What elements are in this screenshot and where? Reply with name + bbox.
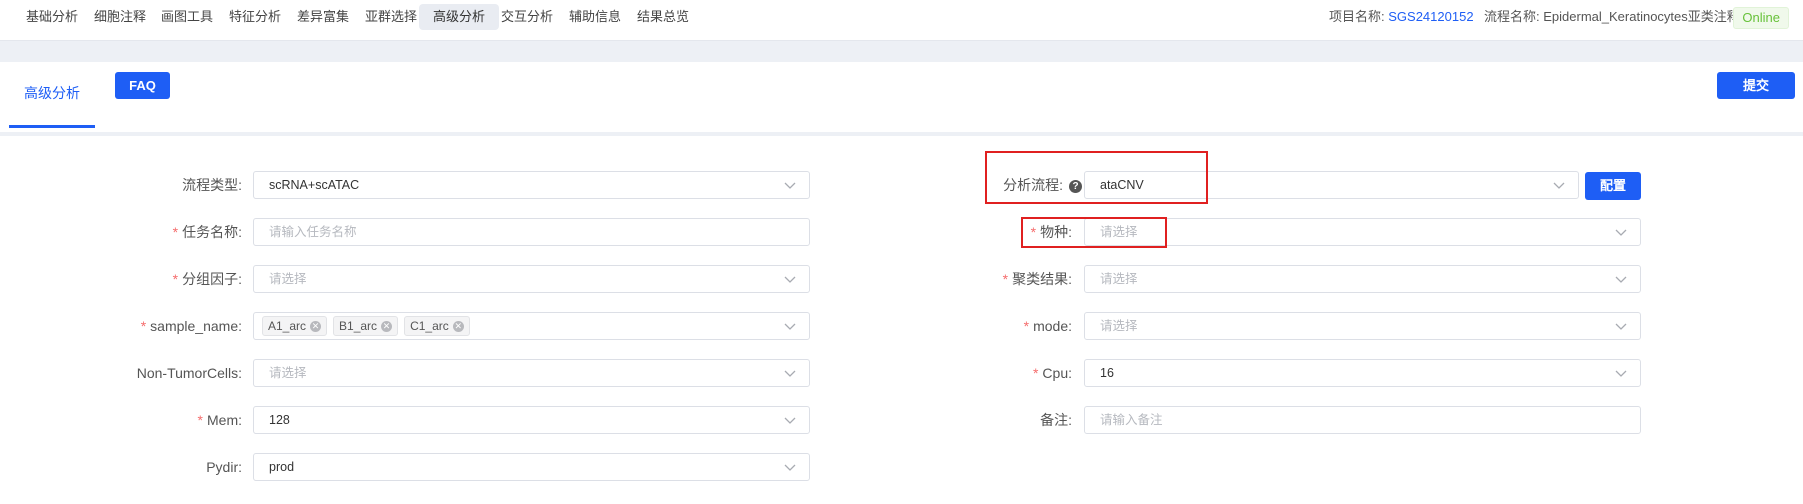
chevron-down-icon (784, 323, 796, 330)
close-icon[interactable]: ✕ (310, 321, 322, 333)
tab-advanced[interactable]: 高级分析 (9, 62, 95, 128)
sample-tag-label: B1_arc (339, 319, 378, 333)
chevron-down-icon (784, 464, 796, 471)
sample-tags: A1_arc ✕ B1_arc ✕ C1_arc ✕ (262, 316, 476, 336)
chevron-down-icon (1553, 182, 1565, 189)
project-name-label: 项目名称: (1329, 9, 1385, 24)
cpu-label: * Cpu: (900, 359, 1072, 387)
divider-band (0, 41, 1803, 62)
flow-type-select[interactable]: scRNA+scATAC (253, 171, 810, 199)
species-placeholder: 请选择 (1100, 225, 1138, 239)
group-factor-select[interactable]: 请选择 (253, 265, 810, 293)
chevron-down-icon (1615, 229, 1627, 236)
analysis-flow-label-text: 分析流程: (1003, 177, 1063, 193)
task-name-input[interactable]: 请输入任务名称 (253, 218, 810, 246)
non-tumor-cells-placeholder: 请选择 (269, 366, 307, 380)
nav-item-overview[interactable]: 结果总览 (623, 4, 703, 30)
project-name: 项目名称: SGS24120152 (1329, 0, 1474, 34)
sample-tag: B1_arc ✕ (333, 316, 399, 336)
sample-tag: A1_arc ✕ (262, 316, 328, 336)
analysis-flow-value: ataCNV (1100, 178, 1144, 192)
species-label-text: 物种: (1040, 224, 1072, 240)
cluster-result-label: * 聚类结果: (900, 265, 1072, 293)
required-mark: * (1023, 318, 1030, 334)
species-select[interactable]: 请选择 (1084, 218, 1641, 246)
sample-name-label-text: sample_name: (150, 318, 242, 334)
remark-label: 备注: (900, 406, 1072, 434)
sample-name-multiselect[interactable]: A1_arc ✕ B1_arc ✕ C1_arc ✕ (253, 312, 810, 340)
group-factor-placeholder: 请选择 (269, 272, 307, 286)
cluster-result-placeholder: 请选择 (1100, 272, 1138, 286)
required-mark: * (197, 412, 203, 428)
non-tumor-cells-label-text: Non-TumorCells: (136, 365, 242, 381)
project-name-value[interactable]: SGS24120152 (1388, 9, 1473, 24)
analysis-flow-select[interactable]: ataCNV (1084, 171, 1579, 199)
task-name-label-text: 任务名称: (182, 224, 242, 240)
required-mark: * (1030, 224, 1037, 240)
cpu-select[interactable]: 16 (1084, 359, 1641, 387)
cluster-result-label-text: 聚类结果: (1012, 271, 1072, 287)
remark-label-text: 备注: (1040, 412, 1072, 428)
chevron-down-icon (1615, 370, 1627, 377)
tab-bar: 高级分析 FAQ 提交 (0, 62, 1803, 136)
required-mark: * (172, 224, 179, 240)
chevron-down-icon (1615, 323, 1627, 330)
close-icon[interactable]: ✕ (452, 321, 464, 333)
non-tumor-cells-label: Non-TumorCells: (60, 359, 242, 387)
cluster-result-select[interactable]: 请选择 (1084, 265, 1641, 293)
flow-type-label-text: 流程类型: (182, 177, 242, 193)
mode-label: * mode: (900, 312, 1072, 340)
mem-value: 128 (269, 413, 290, 427)
chevron-down-icon (784, 276, 796, 283)
sample-tag-label: C1_arc (410, 319, 449, 333)
top-nav: 基础分析 细胞注释 画图工具 特征分析 差异富集 亚群选择 高级分析 交互分析 … (0, 0, 1803, 41)
cpu-value: 16 (1100, 366, 1114, 380)
help-icon[interactable]: ? (1069, 179, 1082, 193)
required-mark: * (172, 271, 179, 287)
chevron-down-icon (784, 417, 796, 424)
required-mark: * (1002, 271, 1009, 287)
submit-button[interactable]: 提交 (1717, 72, 1795, 99)
pydir-label-text: Pydir: (206, 459, 242, 475)
flow-type-label: 流程类型: (60, 171, 242, 199)
mode-placeholder: 请选择 (1100, 319, 1138, 333)
chevron-down-icon (784, 370, 796, 377)
task-name-label: * 任务名称: (60, 218, 242, 246)
flow-name: 流程名称: Epidermal_Keratinocytes亚类注释 (1484, 0, 1740, 34)
flow-name-label: 流程名称: (1484, 9, 1540, 24)
remark-placeholder: 请输入备注 (1100, 413, 1163, 427)
config-button[interactable]: 配置 (1585, 172, 1641, 200)
non-tumor-cells-select[interactable]: 请选择 (253, 359, 810, 387)
sample-name-label: * sample_name: (60, 312, 242, 340)
group-factor-label-text: 分组因子: (182, 271, 242, 287)
chevron-down-icon (1615, 276, 1627, 283)
group-factor-label: * 分组因子: (60, 265, 242, 293)
close-icon[interactable]: ✕ (381, 321, 393, 333)
mem-label-text: Mem: (207, 412, 242, 428)
required-mark: * (140, 318, 147, 334)
flow-name-value: Epidermal_Keratinocytes亚类注释 (1543, 9, 1740, 24)
mem-label: * Mem: (60, 406, 242, 434)
faq-button[interactable]: FAQ (115, 72, 170, 99)
mem-select[interactable]: 128 (253, 406, 810, 434)
pydir-select[interactable]: prod (253, 453, 810, 481)
required-mark: * (1032, 365, 1039, 381)
pydir-label: Pydir: (60, 453, 242, 481)
cpu-label-text: Cpu: (1042, 365, 1072, 381)
pydir-value: prod (269, 460, 295, 474)
species-label: * 物种: (900, 218, 1072, 246)
flow-type-value: scRNA+scATAC (269, 178, 360, 192)
mode-label-text: mode: (1033, 318, 1072, 334)
sample-tag: C1_arc ✕ (404, 316, 470, 336)
sample-tag-label: A1_arc (268, 319, 307, 333)
chevron-down-icon (784, 182, 796, 189)
analysis-flow-label: 分析流程:? (900, 171, 1082, 199)
mode-select[interactable]: 请选择 (1084, 312, 1641, 340)
status-badge: Online (1733, 7, 1789, 29)
remark-input[interactable]: 请输入备注 (1084, 406, 1641, 434)
task-name-placeholder: 请输入任务名称 (269, 225, 357, 239)
